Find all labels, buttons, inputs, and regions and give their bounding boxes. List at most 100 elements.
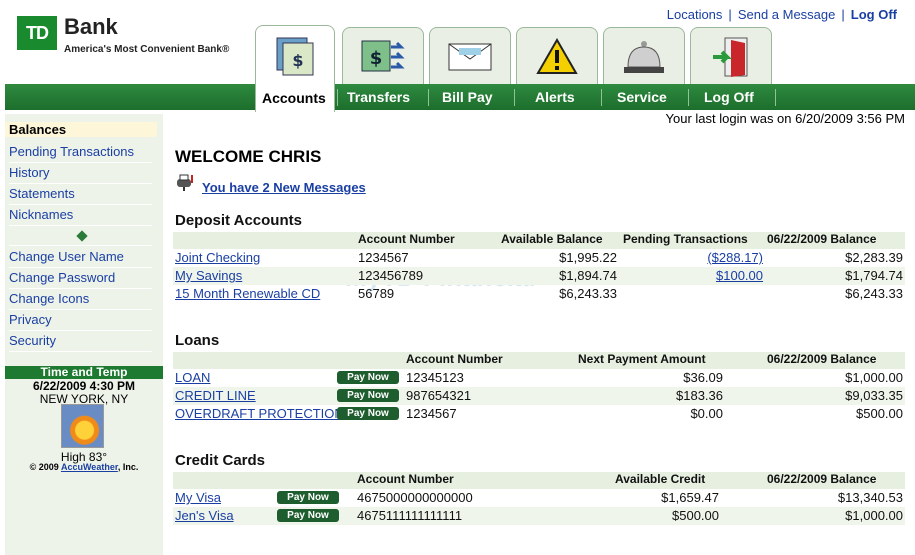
loans-title: Loans [175,332,220,349]
column-header: Available Balance [501,232,603,246]
column-header: Account Number [357,472,454,486]
pay-now-button[interactable]: Pay Now [337,371,399,384]
column-header: 06/22/2009 Balance [767,232,877,246]
tab-label-accounts[interactable]: Accounts [262,90,326,106]
sidebar-divider [9,245,152,246]
sidebar-divider [9,288,152,289]
new-messages-link[interactable]: You have 2 New Messages [202,180,366,195]
column-header: 06/22/2009 Balance [767,472,877,486]
sidebar-item-history[interactable]: History [9,165,49,180]
sunny-weather-icon [61,404,104,448]
brand-tagline: America's Most Convenient Bank® [64,44,230,55]
table-row: My Visa Pay Now 4675000000000000 $1,659.… [173,489,905,507]
top-links: Locations | Send a Message | Log Off [666,7,897,22]
envelope-icon [448,43,492,70]
log-off-link[interactable]: Log Off [851,7,897,22]
account-number: 4675000000000000 [357,490,473,505]
exit-door-icon [713,37,748,77]
column-header: Available Credit [615,472,706,486]
tab-label-service[interactable]: Service [617,89,667,105]
sidebar-divider [9,225,152,226]
sidebar-item-privacy[interactable]: Privacy [9,312,52,327]
account-name-link[interactable]: My Savings [175,268,242,283]
weather-datetime: 6/22/2009 4:30 PM [32,379,136,393]
loan-name-link[interactable]: CREDIT LINE [175,388,256,403]
loan-name-link[interactable]: LOAN [175,370,210,385]
sidebar-divider [9,162,152,163]
table-row: Jen's Visa Pay Now 4675111111111111 $500… [173,507,905,525]
welcome-heading: WELCOME CHRIS [175,147,322,166]
last-login-text: Your last login was on 6/20/2009 3:56 PM [665,111,905,126]
account-name-link[interactable]: Joint Checking [175,250,260,265]
table-row: 15 Month Renewable CD 56789 $6,243.33 $6… [173,285,905,303]
sidebar-item-change-icons[interactable]: Change Icons [9,291,89,306]
tab-service[interactable] [603,27,685,85]
table-row: LOAN Pay Now 12345123 $36.09 $1,000.00 [173,369,905,387]
current-balance: $500.00 [856,406,903,421]
deposit-table-header: Account Number Available Balance Pending… [173,232,905,249]
sidebar-item-nicknames[interactable]: Nicknames [9,207,73,222]
card-name-link[interactable]: Jen's Visa [175,508,234,523]
pay-now-button[interactable]: Pay Now [277,491,339,504]
sidebar-divider [9,204,152,205]
account-name-link[interactable]: 15 Month Renewable CD [175,286,320,301]
send-message-link[interactable]: Send a Message [738,7,836,22]
credit-cards-title: Credit Cards [175,452,266,469]
nav-divider [688,89,689,106]
current-balance: $1,000.00 [845,508,903,523]
tab-transfers[interactable]: $ [342,27,424,85]
tab-label-bill-pay[interactable]: Bill Pay [442,89,493,105]
tab-alerts[interactable] [516,27,598,85]
tab-label-log-off[interactable]: Log Off [704,89,754,105]
column-header: 06/22/2009 Balance [767,352,877,366]
td-logo: TD [17,16,57,50]
tab-label-transfers[interactable]: Transfers [347,89,410,105]
column-header: Next Payment Amount [578,352,706,366]
pay-now-button[interactable]: Pay Now [337,389,399,402]
current-balance: $13,340.53 [837,490,903,505]
sidebar-divider [9,351,152,352]
sidebar-item-change-password[interactable]: Change Password [9,270,115,285]
tab-log-off[interactable] [690,27,772,85]
deposit-accounts-title: Deposit Accounts [175,212,302,229]
table-row: My Savings 123456789 $1,894.74 $100.00 $… [173,267,905,285]
column-header: Pending Transactions [623,232,748,246]
weather-copyright: © 2009 AccuWeather, Inc. [29,462,139,472]
nav-divider [514,89,515,106]
pay-now-button[interactable]: Pay Now [337,407,399,420]
account-number: 987654321 [406,388,472,403]
sidebar-item-change-user-name[interactable]: Change User Name [9,249,124,264]
pending-transactions-link[interactable]: ($288.17) [707,250,763,265]
sidebar-item-statements[interactable]: Statements [9,186,75,201]
account-number: 1234567 [406,406,457,421]
accuweather-link[interactable]: AccuWeather [61,462,118,472]
account-number: 4675111111111111 [357,508,463,523]
sidebar-divider [9,183,152,184]
cards-table-header: Account Number Available Credit 06/22/20… [173,472,905,489]
card-name-link[interactable]: My Visa [175,490,221,505]
dollar-document-icon: $ [276,37,314,76]
sidebar-item-pending-transactions[interactable]: Pending Transactions [9,144,134,159]
current-balance: $1,794.74 [845,268,903,283]
table-row: OVERDRAFT PROTECTION Pay Now 1234567 $0.… [173,405,905,423]
current-balance: $1,000.00 [845,370,903,385]
account-number: 1234567 [358,250,409,265]
pay-now-button[interactable]: Pay Now [277,509,339,522]
brand-name: Bank [64,14,118,39]
tab-bill-pay[interactable] [429,27,511,85]
loan-name-link[interactable]: OVERDRAFT PROTECTION [175,406,344,421]
sidebar-divider [9,267,152,268]
nav-divider [601,89,602,106]
sidebar-item-balances[interactable]: Balances [5,122,157,137]
account-number: 56789 [358,286,395,301]
next-payment-amount: $183.36 [676,388,723,403]
svg-text:$: $ [292,51,303,70]
loans-table-header: Account Number Next Payment Amount 06/22… [173,352,905,369]
pending-transactions-link[interactable]: $100.00 [716,268,763,283]
current-balance: $2,283.39 [845,250,903,265]
table-row: Joint Checking 1234567 $1,995.22 ($288.1… [173,249,905,267]
account-number: 123456789 [358,268,424,283]
sidebar-item-security[interactable]: Security [9,333,56,348]
tab-label-alerts[interactable]: Alerts [535,89,575,105]
locations-link[interactable]: Locations [667,7,723,22]
